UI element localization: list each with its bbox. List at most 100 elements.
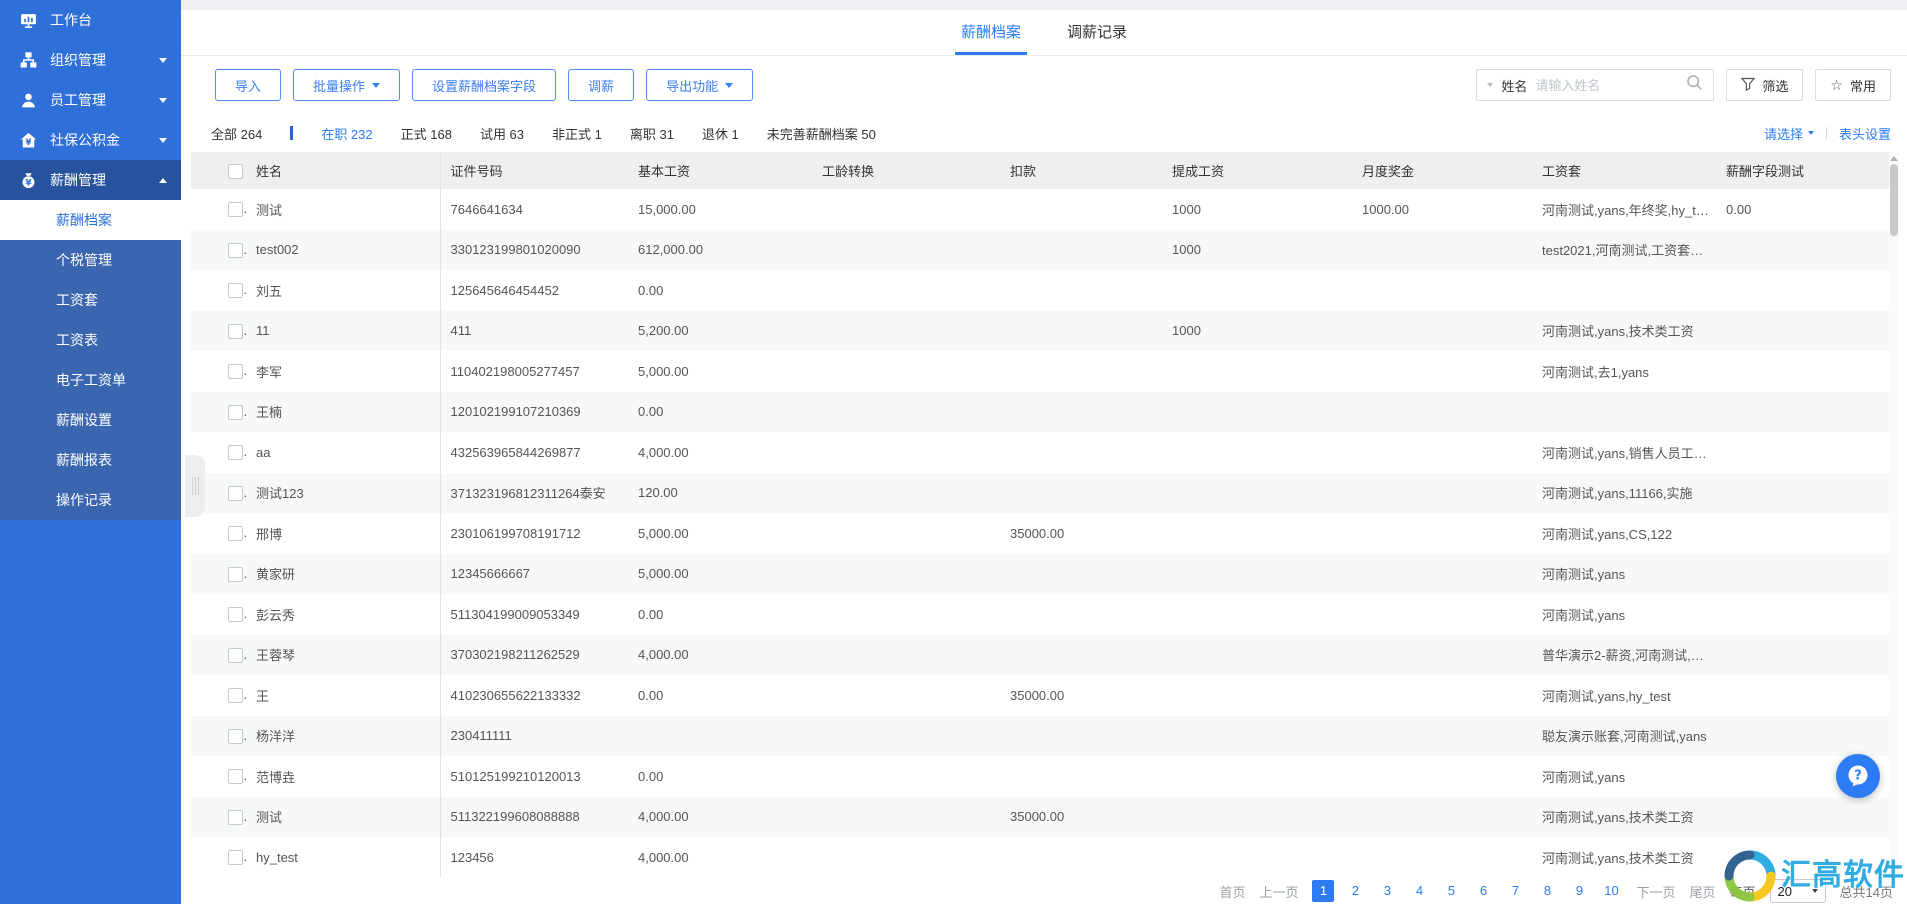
table-row[interactable]: 李军1104021980052774575,000.00河南测试,去1,yans xyxy=(191,351,1897,392)
row-checkbox[interactable] xyxy=(228,810,243,825)
prev-page-button[interactable]: 上一页 xyxy=(1259,882,1298,901)
sidebar-item-salary-management[interactable]: ¥ 薪酬管理 xyxy=(0,160,181,200)
toolbar-button-设置薪酬档案字段[interactable]: 设置薪酬档案字段 xyxy=(412,69,556,101)
status-filter-未完善薪酬档案[interactable]: 未完善薪酬档案 50 xyxy=(767,124,876,143)
table-cell xyxy=(812,716,1000,757)
page-button-9[interactable]: 9 xyxy=(1568,880,1590,902)
table-row[interactable]: test002330123199801020090612,000.001000t… xyxy=(191,230,1897,271)
per-page-select[interactable]: 20 xyxy=(1770,879,1826,903)
sidebar-subitem-操作记录[interactable]: 操作记录 xyxy=(0,480,181,520)
row-checkbox[interactable] xyxy=(228,688,243,703)
sidebar-item-social-insurance[interactable]: ¥ 社保公积金 xyxy=(0,120,181,160)
select-all-checkbox[interactable] xyxy=(228,164,243,179)
table-row[interactable]: 杨洋洋230411111聪友演示账套,河南测试,yans xyxy=(191,716,1897,757)
page-button-7[interactable]: 7 xyxy=(1504,880,1526,902)
status-filter-退休[interactable]: 退休 1 xyxy=(702,124,739,143)
scroll-up-arrow-icon[interactable] xyxy=(1890,156,1898,161)
table-row[interactable]: 范博垚5101251992101200130.00河南测试,yans xyxy=(191,756,1897,797)
table-cell: 110402198005277457 xyxy=(440,351,628,392)
row-checkbox-cell xyxy=(191,189,246,230)
table-row[interactable]: 刘五1256456464544520.00 xyxy=(191,270,1897,311)
page-button-8[interactable]: 8 xyxy=(1536,880,1558,902)
status-filter-全部[interactable]: 全部 264 xyxy=(211,124,262,143)
table-row[interactable]: 测试5113221996080888884,000.0035000.00河南测试… xyxy=(191,797,1897,838)
header-settings-link[interactable]: 表头设置 xyxy=(1839,124,1891,143)
status-filter-离职[interactable]: 离职 31 xyxy=(630,124,674,143)
field-select-caret-icon[interactable] xyxy=(1487,83,1493,87)
row-checkbox[interactable] xyxy=(228,648,243,663)
sidebar-subitem-薪酬报表[interactable]: 薪酬报表 xyxy=(0,440,181,480)
row-checkbox[interactable] xyxy=(228,769,243,784)
sidebar-item-org-management[interactable]: 组织管理 xyxy=(0,40,181,80)
row-checkbox[interactable] xyxy=(228,405,243,420)
row-checkbox[interactable] xyxy=(228,486,243,501)
status-filter-试用[interactable]: 试用 63 xyxy=(480,124,524,143)
sidebar-subitem-薪酬档案[interactable]: 薪酬档案 xyxy=(0,200,181,240)
table-row[interactable]: 测试123371323196812311264泰安120.00河南测试,yans… xyxy=(191,473,1897,514)
table-row[interactable]: 黄家研123456666675,000.00河南测试,yans xyxy=(191,554,1897,595)
sidebar-subitem-工资表[interactable]: 工资表 xyxy=(0,320,181,360)
scrollbar-thumb[interactable] xyxy=(1890,164,1898,236)
toolbar-button-调薪[interactable]: 调薪 xyxy=(568,69,634,101)
table-row[interactable]: hy_test1234564,000.00河南测试,yans,技术类工资 xyxy=(191,837,1897,878)
table-row[interactable]: 114115,200.001000河南测试,yans,技术类工资 xyxy=(191,311,1897,352)
status-filter-在职[interactable]: 在职 232 xyxy=(321,124,372,143)
tab-salary-archive[interactable]: 薪酬档案 xyxy=(961,10,1021,55)
row-checkbox[interactable] xyxy=(228,283,243,298)
vertical-scrollbar[interactable] xyxy=(1889,152,1899,877)
page-button-10[interactable]: 10 xyxy=(1600,880,1622,902)
search-icon[interactable] xyxy=(1686,74,1703,96)
toolbar-button-批量操作[interactable]: 批量操作 xyxy=(293,69,400,101)
row-checkbox[interactable] xyxy=(228,364,243,379)
row-checkbox[interactable] xyxy=(228,202,243,217)
sidebar-item-employee-management[interactable]: 员工管理 xyxy=(0,80,181,120)
page-button-2[interactable]: 2 xyxy=(1344,880,1366,902)
table-row[interactable]: 王4102306556221333320.0035000.00河南测试,yans… xyxy=(191,675,1897,716)
table-cell: 河南测试,yans,CS,122 xyxy=(1532,513,1716,554)
table-row[interactable]: 邢博2301061997081917125,000.0035000.00河南测试… xyxy=(191,513,1897,554)
first-page-button[interactable]: 首页 xyxy=(1219,882,1245,901)
row-checkbox[interactable] xyxy=(228,324,243,339)
page-button-6[interactable]: 6 xyxy=(1472,880,1494,902)
table-cell xyxy=(1716,513,1897,554)
please-select-link[interactable]: 请选择 xyxy=(1764,124,1814,143)
table-cell: 河南测试,yans,技术类工资 xyxy=(1532,797,1716,838)
next-page-button[interactable]: 下一页 xyxy=(1636,882,1675,901)
table-cell xyxy=(1716,351,1897,392)
row-checkbox[interactable] xyxy=(228,729,243,744)
sidebar-item-workbench[interactable]: 工作台 xyxy=(0,0,181,40)
table-row[interactable]: 测试764664163415,000.0010001000.00河南测试,yan… xyxy=(191,189,1897,230)
table-row[interactable]: aa4325639658442698774,000.00河南测试,yans,销售… xyxy=(191,432,1897,473)
filter-button[interactable]: 筛选 xyxy=(1726,69,1803,101)
page-button-4[interactable]: 4 xyxy=(1408,880,1430,902)
sidebar-subitem-个税管理[interactable]: 个税管理 xyxy=(0,240,181,280)
table-row[interactable]: 王楠1201021991072103690.00 xyxy=(191,392,1897,433)
row-checkbox[interactable] xyxy=(228,850,243,865)
page-button-1[interactable]: 1 xyxy=(1312,880,1334,902)
page-button-3[interactable]: 3 xyxy=(1376,880,1398,902)
table-cell: hy_test xyxy=(246,837,440,878)
row-checkbox[interactable] xyxy=(228,243,243,258)
sidebar-subitem-电子工资单[interactable]: 电子工资单 xyxy=(0,360,181,400)
status-filter-正式[interactable]: 正式 168 xyxy=(401,124,452,143)
table-row[interactable]: 彭云秀5113041990090533490.00河南测试,yans xyxy=(191,594,1897,635)
toolbar-button-导出功能[interactable]: 导出功能 xyxy=(646,69,753,101)
table-row[interactable]: 王蓉琴3703021982112625294,000.00普华演示2-薪资,河南… xyxy=(191,635,1897,676)
toolbar-button-导入[interactable]: 导入 xyxy=(215,69,281,101)
status-filter-非正式[interactable]: 非正式 1 xyxy=(552,124,602,143)
row-checkbox[interactable] xyxy=(228,607,243,622)
tab-salary-adjustment-records[interactable]: 调薪记录 xyxy=(1067,10,1127,55)
sidebar-collapse-handle[interactable] xyxy=(185,455,205,517)
help-button[interactable]: ? xyxy=(1836,754,1880,798)
last-page-button[interactable]: 尾页 xyxy=(1690,882,1716,901)
page-button-5[interactable]: 5 xyxy=(1440,880,1462,902)
table-cell xyxy=(1716,797,1897,838)
sidebar-subitem-薪酬设置[interactable]: 薪酬设置 xyxy=(0,400,181,440)
divider xyxy=(1826,127,1827,139)
row-checkbox[interactable] xyxy=(228,526,243,541)
sidebar-subitem-工资套[interactable]: 工资套 xyxy=(0,280,181,320)
favorite-button[interactable]: ☆ 常用 xyxy=(1815,69,1891,101)
search-input[interactable] xyxy=(1535,78,1678,93)
row-checkbox[interactable] xyxy=(228,567,243,582)
row-checkbox[interactable] xyxy=(228,445,243,460)
